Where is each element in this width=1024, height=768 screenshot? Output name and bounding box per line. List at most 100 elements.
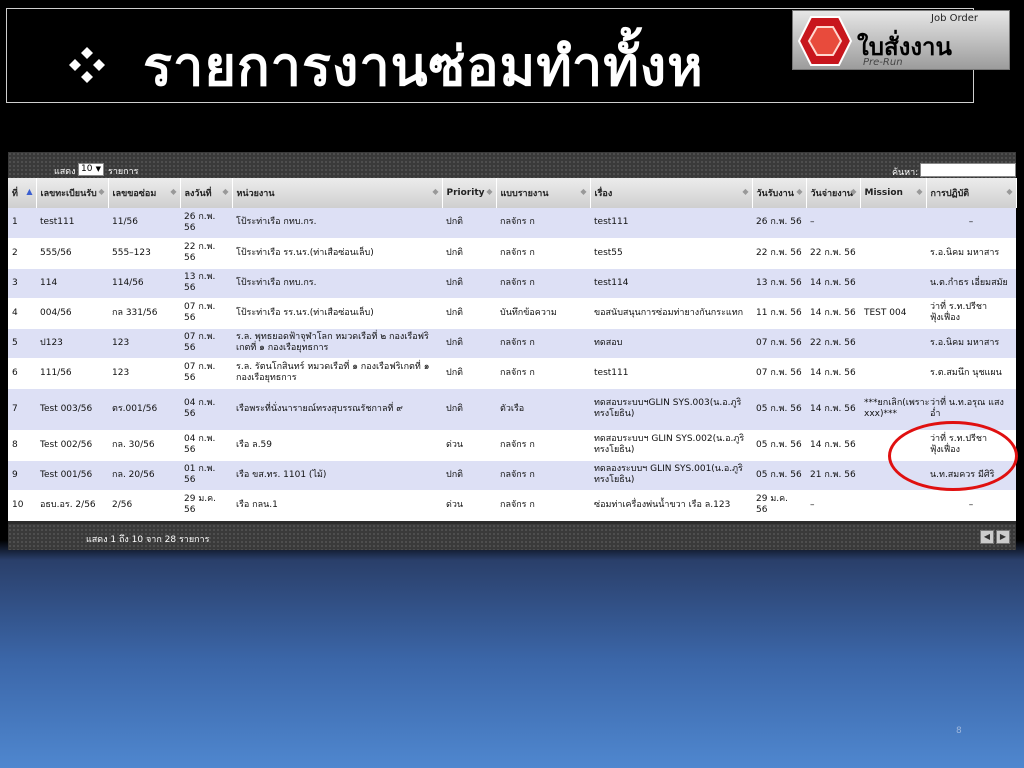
column-header-label: แบบรายงาน	[500, 189, 549, 199]
table-cell: 3	[8, 268, 36, 299]
column-header-label: เลขขอซ่อม	[112, 189, 157, 199]
sort-icon: ◆	[432, 187, 439, 196]
table-cell: ร.ล. รัตนโกสินทร์ หมวดเรือที่ ๑ กองเรือฟ…	[232, 358, 442, 389]
column-header[interactable]: การปฏิบัติ ◆	[926, 178, 1017, 208]
next-page-button[interactable]: ▶	[996, 530, 1010, 544]
table-cell: 8	[8, 430, 36, 461]
table-cell: 22 ก.พ. 56	[806, 238, 860, 269]
table-row[interactable]: 4 004/56 กล 331/56 07 ก.พ. 56 โป้ระท่าเรือ ร…	[8, 298, 1016, 329]
column-header-label: Mission	[864, 188, 903, 198]
table-cell: ปกติ	[442, 268, 496, 299]
arrow-right-icon: ▶	[999, 532, 1007, 541]
table-cell: 07 ก.พ. 56	[752, 328, 806, 359]
column-header[interactable]: Mission ◆	[860, 178, 927, 208]
column-header[interactable]: หน่วยงาน ◆	[232, 178, 443, 208]
table-cell: โป้ระท่าเรือ กทบ.กร.	[232, 208, 442, 239]
column-header-label: วันจ่ายงาน	[810, 189, 853, 199]
table-cell: ตร.001/56	[108, 388, 180, 431]
table-cell: 10	[8, 490, 36, 521]
table-cell: 114	[36, 268, 108, 299]
table-cell: 555–123	[108, 238, 180, 269]
column-header[interactable]: ลงวันที่ ◆	[180, 178, 233, 208]
table-cell: ร.ต.สมนึก นุชแผน	[926, 358, 1016, 389]
column-header[interactable]: วันจ่ายงาน ◆	[806, 178, 861, 208]
sort-icon: ◆	[580, 187, 587, 196]
table-cell: ร.อ.นิคม มหาสาร	[926, 328, 1016, 359]
table-cell: ป123	[36, 328, 108, 359]
table-cell: อธบ.อร. 2/56	[36, 490, 108, 521]
table-cell: ปกติ	[442, 208, 496, 239]
table-cell: โป้ระท่าเรือ กทบ.กร.	[232, 268, 442, 299]
table-body: 1 test111 11/56 26 ก.พ. 56 โป้ระท่าเรือ กทบ.…	[8, 208, 1016, 521]
table-cell: test111	[590, 358, 752, 389]
table-cell: 4	[8, 298, 36, 329]
table-cell: 05 ก.พ. 56	[752, 388, 806, 431]
table-row[interactable]: 2 555/56 555–123 22 ก.พ. 56 โป้ระท่าเรือ รร.…	[8, 238, 1016, 269]
page-length-select[interactable]: 10 ▼	[78, 163, 104, 176]
column-header-label: Priority	[446, 188, 485, 198]
column-header-label: เรื่อง	[594, 189, 613, 199]
table-cell: 22 ก.พ. 56	[180, 238, 232, 269]
table-cell: Test 003/56	[36, 388, 108, 431]
table-cell: 07 ก.พ. 56	[180, 328, 232, 359]
table-row[interactable]: 9 Test 001/56 กล. 20/56 01 ก.พ. 56 เรือ ขส.ท…	[8, 460, 1016, 491]
table-cell: ร.ล. พุทธยอดฟ้าจุฬาโลก หมวดเรือที่ ๒ กอง…	[232, 328, 442, 359]
table-cell: ปกติ	[442, 238, 496, 269]
table-cell: 1	[8, 208, 36, 239]
table-cell: 26 ก.พ. 56	[180, 208, 232, 239]
column-header[interactable]: เรื่อง ◆	[590, 178, 753, 208]
table-row[interactable]: 5 ป123 123 07 ก.พ. 56 ร.ล. พุทธยอดฟ้าจุฬาโลก…	[8, 328, 1016, 359]
slide-page-number: 8	[956, 726, 962, 736]
column-header-label: หน่วยงาน	[236, 189, 275, 199]
prev-page-button[interactable]: ◀	[980, 530, 994, 544]
table-cell: 22 ก.พ. 56	[752, 238, 806, 269]
table-cell: test55	[590, 238, 752, 269]
sort-icon: ◆	[850, 187, 857, 196]
table-row[interactable]: 10 อธบ.อร. 2/56 2/56 29 ม.ค. 56 เรือ กลน.1 ด่…	[8, 490, 1016, 521]
table-cell: 22 ก.พ. 56	[806, 328, 860, 359]
table-cell: 29 ม.ค. 56	[180, 490, 232, 521]
table-cell: 5	[8, 328, 36, 359]
table-cell: กลจักร ก	[496, 238, 590, 269]
table-cell: Test 001/56	[36, 460, 108, 491]
table-cell: บันทึกข้อความ	[496, 298, 590, 329]
table-cell: ทดลองระบบฯ GLIN SYS.001(น.อ.ภูริ ทรงโยธิ…	[590, 460, 752, 491]
table-row[interactable]: 7 Test 003/56 ตร.001/56 04 ก.พ. 56 เรือพระที…	[8, 388, 1016, 431]
table-cell: ทดสอบระบบฯGLIN SYS.003(น.อ.ภูริ ทรงโยธิน…	[590, 388, 752, 431]
table-row[interactable]: 3 114 114/56 13 ก.พ. 56 โป้ระท่าเรือ กทบ.กร.…	[8, 268, 1016, 299]
table-cell: น.ต.กำธร เอี่ยมสมัย	[926, 268, 1016, 299]
search-input[interactable]	[920, 163, 1016, 177]
four-diamond-bullet-icon	[69, 47, 105, 83]
table-cell: 123	[108, 358, 180, 389]
sort-icon: ◆	[1006, 187, 1013, 196]
table-cell: กลจักร ก	[496, 358, 590, 389]
table-cell: 14 ก.พ. 56	[806, 388, 860, 431]
table-row[interactable]: 6 111/56 123 07 ก.พ. 56 ร.ล. รัตนโกสินทร์ หม…	[8, 358, 1016, 389]
table-cell: 07 ก.พ. 56	[180, 298, 232, 329]
table-cell: กล. 30/56	[108, 430, 180, 461]
table-cell: 29 ม.ค. 56	[752, 490, 806, 521]
table-cell: เรือ ขส.ทร. 1101 (ไม้)	[232, 460, 442, 491]
table-cell: 14 ก.พ. 56	[806, 298, 860, 329]
table-cell: 11 ก.พ. 56	[752, 298, 806, 329]
table-cell: ซ่อมท่าเครื่องพ่นน้ำขวา เรือ ล.123	[590, 490, 752, 521]
column-header-label: เลขทะเบียนรับ	[40, 189, 97, 199]
column-header[interactable]: วันรับงาน ◆	[752, 178, 807, 208]
arrow-left-icon: ◀	[983, 532, 991, 541]
table-row[interactable]: 1 test111 11/56 26 ก.พ. 56 โป้ระท่าเรือ กทบ.…	[8, 208, 1016, 239]
column-header-label: ที่	[12, 189, 18, 199]
chevron-down-icon: ▼	[95, 165, 101, 173]
hexagon-emblem-icon	[797, 16, 853, 66]
column-header[interactable]: Priority ◆	[442, 178, 497, 208]
table-cell: 14 ก.พ. 56	[806, 358, 860, 389]
logo-subtitle: Job Order	[931, 13, 979, 24]
column-header[interactable]: เลขขอซ่อม ◆	[108, 178, 181, 208]
table-row[interactable]: 8 Test 002/56 กล. 30/56 04 ก.พ. 56 เรือ ล.59…	[8, 430, 1016, 461]
column-header[interactable]: แบบรายงาน ◆	[496, 178, 591, 208]
highlight-annotation	[888, 421, 1018, 491]
column-header[interactable]: ที่ ▲	[8, 178, 37, 208]
table-cell: 114/56	[108, 268, 180, 299]
column-header[interactable]: เลขทะเบียนรับ ◆	[36, 178, 109, 208]
table-cell: ปกติ	[442, 298, 496, 329]
sort-icon: ▲	[26, 187, 33, 196]
